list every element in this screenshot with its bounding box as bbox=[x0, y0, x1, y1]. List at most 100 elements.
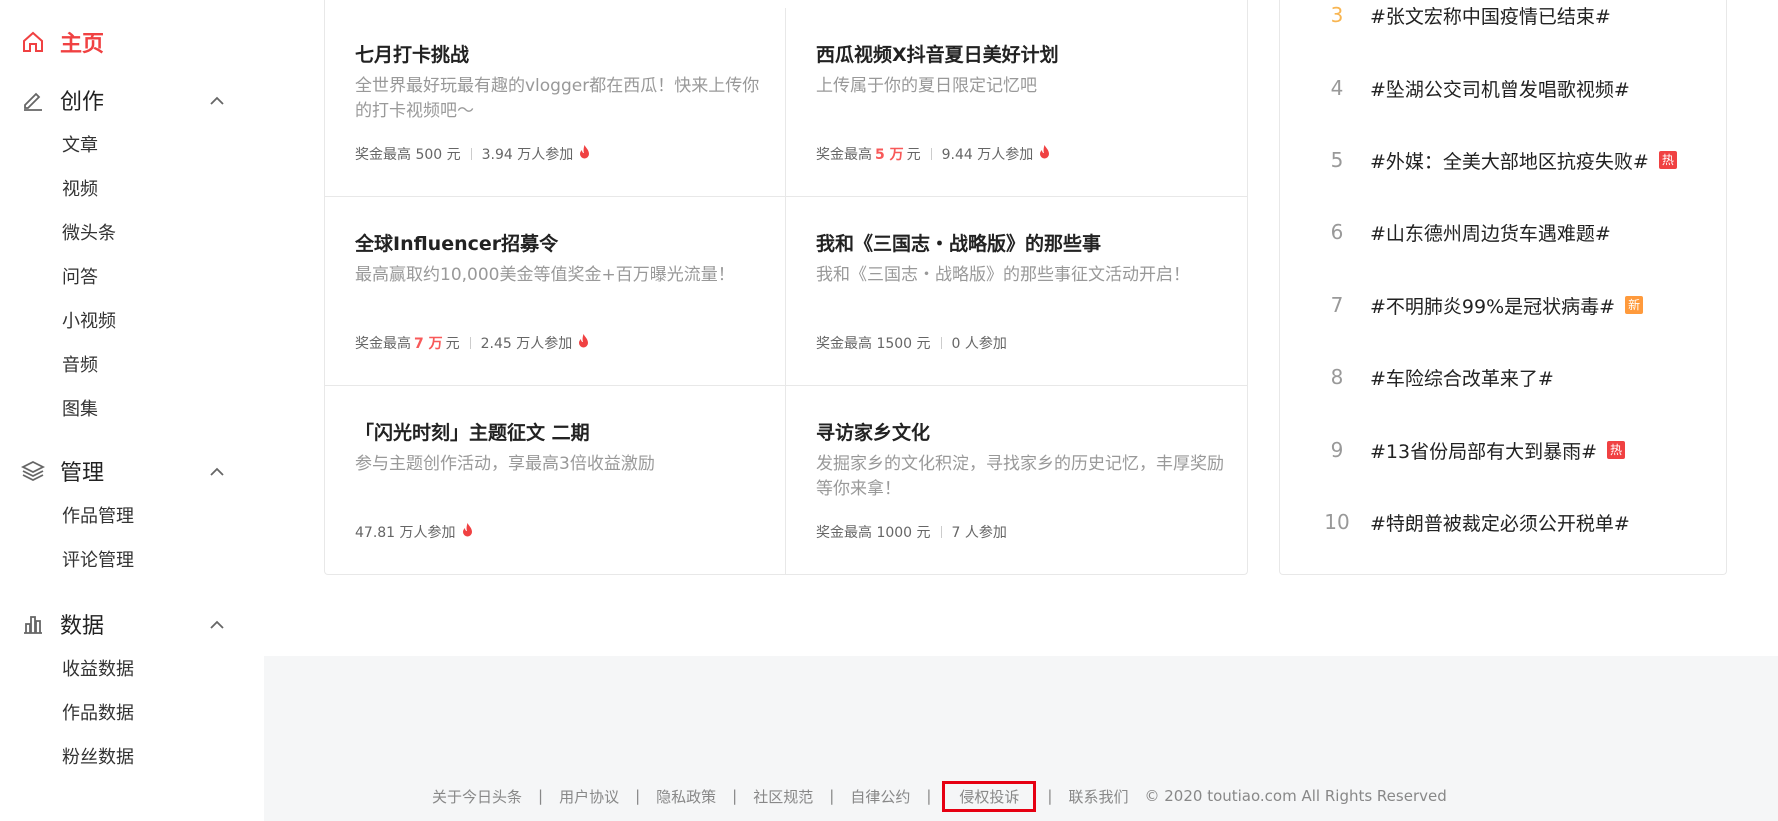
hot-topic-text: #外媒：全美大部地区抗疫失败# bbox=[1370, 150, 1649, 173]
challenge-item[interactable]: 西瓜视频X抖音夏日美好计划 上传属于你的夏日限定记忆吧 奖金最高 5 万 元 9… bbox=[786, 8, 1247, 197]
chevron-up-icon bbox=[209, 615, 225, 634]
challenge-prize: 奖金最高 1000 元 bbox=[816, 525, 931, 541]
footer-divider: | bbox=[635, 787, 641, 805]
nav-home-label: 主页 bbox=[60, 32, 105, 57]
challenge-prize-prefix: 奖金最高 bbox=[816, 147, 872, 163]
hot-topic-rank: 6 bbox=[1330, 220, 1344, 244]
hot-topic-text: #车险综合改革来了# bbox=[1370, 367, 1554, 390]
hot-topic-item[interactable]: 7 #不明肺炎99%是冠状病毒# 新 bbox=[1316, 287, 1644, 323]
meta-divider bbox=[469, 337, 471, 349]
nav-section-label: 数据 bbox=[60, 614, 105, 639]
nav-section-data[interactable]: 数据 bbox=[20, 604, 225, 644]
hot-topic-item[interactable]: 5 #外媒：全美大部地区抗疫失败# 热 bbox=[1316, 142, 1677, 178]
challenge-prize-amount: 5 万 bbox=[875, 147, 904, 163]
challenge-prize-amount: 7 万 bbox=[414, 336, 443, 352]
footer-divider: | bbox=[926, 787, 932, 805]
challenge-item[interactable]: 「闪光时刻」主题征文 二期 参与主题创作活动，享最高3倍收益激励 47.81 万… bbox=[325, 386, 786, 575]
pencil-icon bbox=[20, 87, 46, 113]
nav-item-article[interactable]: 文章 bbox=[62, 131, 98, 161]
nav-section-create[interactable]: 创作 bbox=[20, 80, 225, 120]
nav-item-works-manage[interactable]: 作品管理 bbox=[62, 502, 134, 532]
hot-topic-text: #13省份局部有大到暴雨# bbox=[1370, 440, 1598, 463]
chevron-up-icon bbox=[209, 91, 225, 110]
challenge-item[interactable]: 七月打卡挑战 全世界最好玩最有趣的vlogger都在西瓜！快来上传你的打卡视频吧… bbox=[325, 8, 786, 197]
hot-topic-item[interactable]: 6 #山东德州周边货车遇难题# bbox=[1316, 214, 1611, 250]
hot-topic-rank: 9 bbox=[1330, 438, 1344, 462]
sidebar: 主页 创作 文章 视频 微头条 问答 小视频 音频 图集 管理 作品管理 评论管… bbox=[0, 0, 264, 821]
footer-divider: | bbox=[1047, 787, 1053, 805]
footer-divider: | bbox=[538, 787, 544, 805]
challenge-desc: 全世界最好玩最有趣的vlogger都在西瓜！快来上传你的打卡视频吧～ bbox=[355, 76, 760, 121]
challenge-meta: 奖金最高 500 元 3.94 万人参加 bbox=[355, 144, 590, 164]
challenge-meta: 奖金最高 5 万 元 9.44 万人参加 bbox=[816, 144, 1050, 164]
bar-chart-icon bbox=[20, 611, 46, 637]
hot-topic-item[interactable]: 4 #坠湖公交司机曾发唱歌视频# bbox=[1316, 70, 1630, 106]
nav-section-label: 管理 bbox=[60, 461, 105, 486]
challenge-desc: 我和《三国志・战略版》的那些事征文活动开启！ bbox=[816, 265, 1190, 285]
nav-item-comments-manage[interactable]: 评论管理 bbox=[62, 546, 134, 576]
nav-item-gallery[interactable]: 图集 bbox=[62, 395, 98, 425]
hot-topic-text: #不明肺炎99%是冠状病毒# bbox=[1370, 295, 1616, 318]
meta-divider bbox=[940, 337, 942, 349]
challenge-title: 全球Influencer招募令 bbox=[355, 233, 559, 255]
footer-link-self-discipline[interactable]: 自律公约 bbox=[850, 786, 910, 807]
challenge-item[interactable]: 寻访家乡文化 发掘家乡的文化积淀，寻找家乡的历史记忆，丰厚奖励等你来拿！ 奖金最… bbox=[786, 386, 1247, 575]
challenge-desc: 参与主题创作活动，享最高3倍收益激励 bbox=[355, 454, 655, 474]
footer-link-about[interactable]: 关于今日头条 bbox=[432, 786, 522, 807]
challenge-prize-unit: 元 bbox=[906, 147, 921, 163]
challenge-meta: 47.81 万人参加 bbox=[355, 522, 473, 542]
challenge-prize-prefix: 奖金最高 bbox=[355, 336, 411, 352]
footer-link-community-rules[interactable]: 社区规范 bbox=[753, 786, 813, 807]
home-icon bbox=[20, 29, 46, 55]
new-badge: 新 bbox=[1625, 296, 1644, 314]
footer-link-contact[interactable]: 联系我们 bbox=[1068, 786, 1128, 807]
challenge-participants: 9.44 万人参加 bbox=[941, 147, 1034, 163]
nav-section-manage[interactable]: 管理 bbox=[20, 451, 225, 491]
hot-topic-rank: 10 bbox=[1324, 510, 1350, 534]
nav-item-short-video[interactable]: 小视频 bbox=[62, 307, 116, 337]
footer-link-user-agreement[interactable]: 用户协议 bbox=[559, 786, 619, 807]
nav-item-qa[interactable]: 问答 bbox=[62, 263, 98, 293]
challenge-meta: 奖金最高 1000 元 7 人参加 bbox=[816, 522, 1007, 542]
challenge-participants: 3.94 万人参加 bbox=[481, 147, 574, 163]
meta-divider bbox=[930, 148, 932, 160]
footer-divider: | bbox=[829, 787, 835, 805]
layers-icon bbox=[20, 458, 46, 484]
chevron-up-icon bbox=[209, 462, 225, 481]
challenge-grid: 七月打卡挑战 全世界最好玩最有趣的vlogger都在西瓜！快来上传你的打卡视频吧… bbox=[325, 0, 1247, 575]
footer-link-privacy[interactable]: 隐私政策 bbox=[656, 786, 716, 807]
hot-topic-item[interactable]: 10 #特朗普被裁定必须公开税单# bbox=[1316, 504, 1630, 540]
flame-icon bbox=[1039, 145, 1050, 163]
nav-item-earnings-data[interactable]: 收益数据 bbox=[62, 655, 134, 685]
nav-item-fans-data[interactable]: 粉丝数据 bbox=[62, 743, 134, 773]
nav-item-audio[interactable]: 音频 bbox=[62, 351, 98, 381]
challenge-desc: 发掘家乡的文化积淀，寻找家乡的历史记忆，丰厚奖励等你来拿！ bbox=[816, 454, 1224, 499]
hot-topic-text: #张文宏称中国疫情已结束# bbox=[1370, 5, 1611, 28]
hot-topic-rank: 3 bbox=[1330, 3, 1344, 27]
nav-item-works-data[interactable]: 作品数据 bbox=[62, 699, 134, 729]
hot-topic-text: #山东德州周边货车遇难题# bbox=[1370, 222, 1611, 245]
hot-topic-item[interactable]: 3 #张文宏称中国疫情已结束# bbox=[1316, 0, 1611, 33]
hot-topic-rank: 5 bbox=[1330, 148, 1344, 172]
hot-badge: 热 bbox=[1658, 151, 1677, 169]
hot-topic-text: #特朗普被裁定必须公开税单# bbox=[1370, 512, 1630, 535]
nav-item-micro-post[interactable]: 微头条 bbox=[62, 219, 116, 249]
nav-item-video[interactable]: 视频 bbox=[62, 175, 98, 205]
nav-section-label: 创作 bbox=[60, 90, 105, 115]
footer-links: 关于今日头条 | 用户协议 | 隐私政策 | 社区规范 | 自律公约 | 侵权投… bbox=[432, 780, 1447, 812]
hot-topics-card: 3 #张文宏称中国疫情已结束# 4 #坠湖公交司机曾发唱歌视频# 5 #外媒：全… bbox=[1279, 0, 1727, 575]
challenge-title: 我和《三国志・战略版》的那些事 bbox=[816, 233, 1102, 255]
challenge-prize-unit: 元 bbox=[445, 336, 460, 352]
nav-home[interactable]: 主页 bbox=[20, 22, 104, 62]
hot-topic-rank: 7 bbox=[1330, 293, 1344, 317]
challenge-item[interactable]: 我和《三国志・战略版》的那些事 我和《三国志・战略版》的那些事征文活动开启！ 奖… bbox=[786, 197, 1247, 386]
copyright: © 2020 toutiao.com All Rights Reserved bbox=[1144, 787, 1447, 805]
footer-link-infringement[interactable]: 侵权投诉 bbox=[942, 780, 1037, 812]
challenge-item[interactable]: 全球Influencer招募令 最高赢取约10,000美金等值奖金+百万曝光流量… bbox=[325, 197, 786, 386]
hot-topic-item[interactable]: 9 #13省份局部有大到暴雨# 热 bbox=[1316, 432, 1626, 468]
hot-topic-item[interactable]: 8 #车险综合改革来了# bbox=[1316, 359, 1554, 395]
challenge-meta: 奖金最高 1500 元 0 人参加 bbox=[816, 333, 1007, 353]
footer: 关于今日头条 | 用户协议 | 隐私政策 | 社区规范 | 自律公约 | 侵权投… bbox=[264, 656, 1778, 821]
challenge-title: 「闪光时刻」主题征文 二期 bbox=[355, 422, 590, 444]
challenge-participants: 7 人参加 bbox=[951, 525, 1007, 541]
